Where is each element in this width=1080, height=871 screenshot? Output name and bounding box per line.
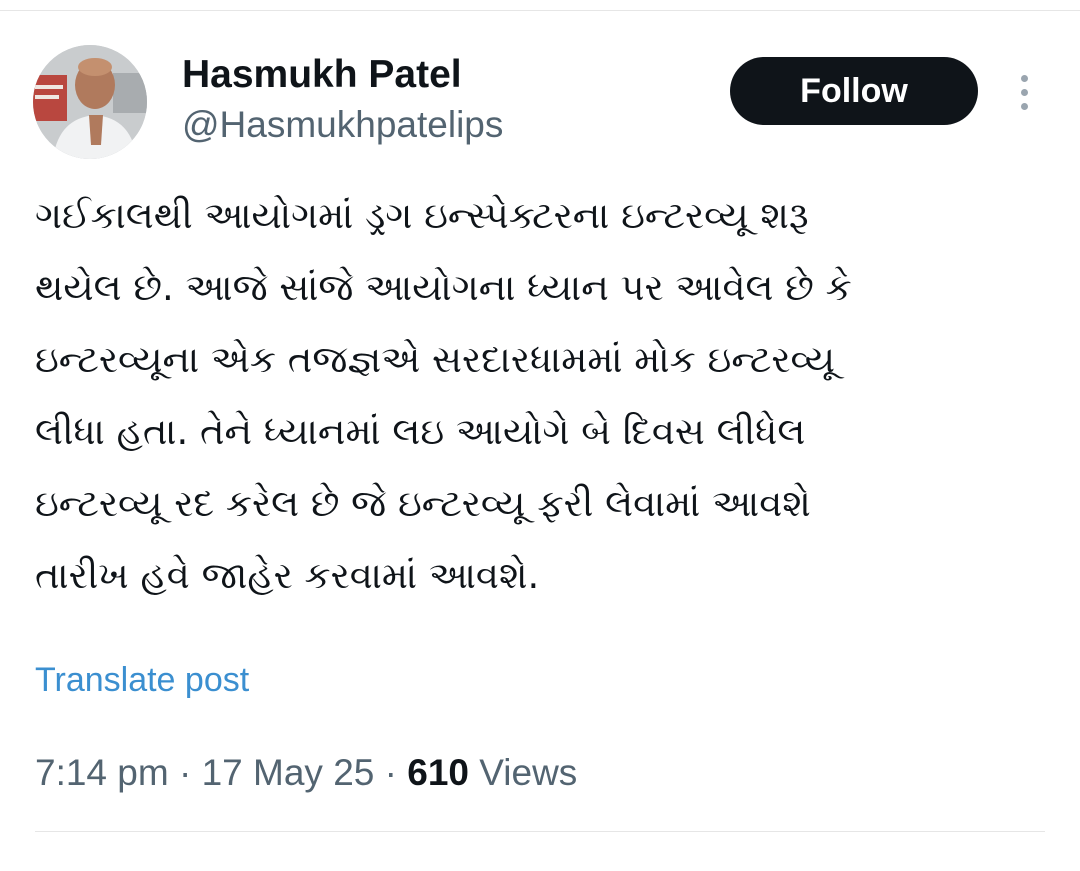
avatar-image [33, 45, 147, 159]
tweet-line: ઇન્ટરવ્યૂના એક તજજ્ઞએ સરદારધામમાં મોક ઇન… [35, 338, 836, 381]
tweet-line: તારીખ હવે જાહેર કરવામાં આવશે. [35, 554, 540, 597]
tweet-date[interactable]: 17 May 25 [202, 752, 375, 793]
meta-separator: · [168, 752, 202, 793]
tweet-line: ઇન્ટરવ્યૂ રદ કરેલ છે જે ઇન્ટરવ્યૂ ફરી લે… [35, 482, 811, 525]
tweet-time[interactable]: 7:14 pm [35, 752, 169, 793]
avatar[interactable] [33, 45, 147, 159]
more-dot [1020, 74, 1028, 82]
tweet-meta: 7:14 pm · 17 May 25 · 610 Views [35, 750, 577, 796]
more-vertical-icon[interactable] [1004, 68, 1044, 116]
follow-button[interactable]: Follow [730, 57, 978, 125]
top-divider [0, 10, 1080, 11]
author-handle[interactable]: @Hasmukhpatelips [182, 103, 503, 147]
translate-post-link[interactable]: Translate post [35, 658, 249, 702]
author-name[interactable]: Hasmukh Patel [182, 52, 462, 98]
tweet-text: ગઈકાલથી આયોગમાં ડ્રગ ઇન્સ્પેક્ટરના ઇન્ટર… [35, 180, 1045, 612]
views-count[interactable]: 610 [407, 752, 469, 793]
meta-separator: · [374, 752, 408, 793]
bottom-divider [35, 831, 1045, 832]
tweet-line: લીધા હતા. તેને ધ્યાનમાં લઇ આયોગે બે દિવસ… [35, 410, 806, 453]
views-label: Views [469, 752, 578, 793]
tweet-line: ગઈકાલથી આયોગમાં ડ્રગ ઇન્સ્પેક્ટરના ઇન્ટર… [35, 194, 809, 237]
more-dot [1020, 88, 1028, 96]
more-dot [1020, 102, 1028, 110]
tweet-line: થયેલ છે. આજે સાંજે આયોગના ધ્યાન પર આવેલ … [35, 266, 852, 309]
